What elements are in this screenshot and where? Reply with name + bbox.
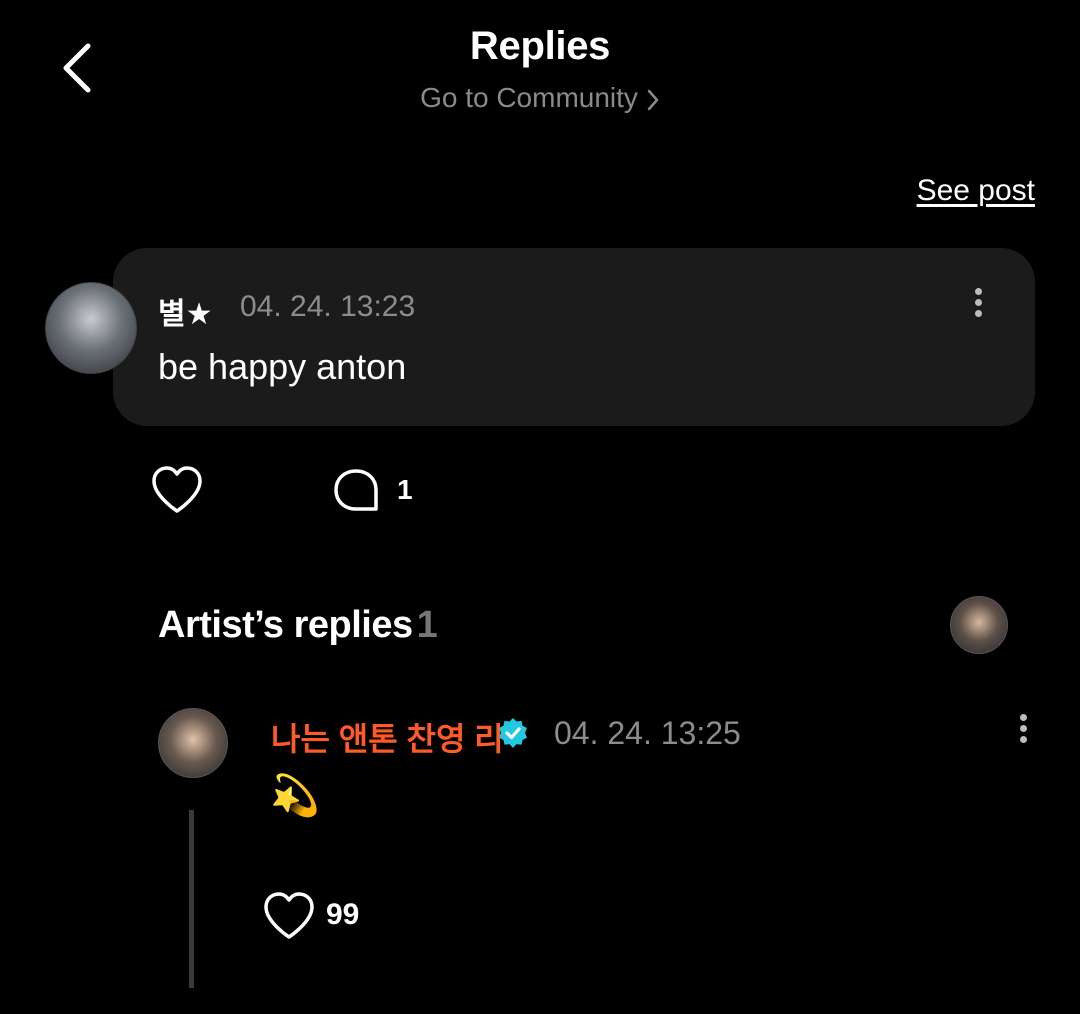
artist-reply-like-button[interactable]	[262, 891, 316, 941]
heart-icon	[152, 466, 202, 513]
artist-avatar[interactable]	[158, 708, 228, 778]
artist-reply-like-count: 99	[326, 898, 360, 931]
artist-replies-title: Artist’s replies	[158, 604, 413, 646]
go-to-community-link[interactable]: Go to Community	[0, 82, 1080, 114]
go-to-community-label: Go to Community	[420, 82, 638, 113]
artist-name[interactable]: 나는 앤톤 찬영 리	[271, 714, 504, 760]
comment-bubble-icon	[334, 469, 378, 511]
comment-timestamp: 04. 24. 13:23	[240, 290, 416, 323]
thread-line	[189, 810, 194, 988]
reply-button[interactable]	[332, 467, 382, 515]
verified-badge-icon	[497, 717, 529, 749]
comment-card	[113, 248, 1035, 426]
page-title: Replies	[469, 24, 611, 68]
chevron-right-icon	[647, 89, 659, 110]
see-post-link[interactable]: See post	[917, 174, 1035, 208]
commenter-avatar[interactable]	[45, 282, 137, 374]
artist-avatar-small[interactable]	[950, 596, 1008, 654]
artist-reply-text: 💫	[270, 774, 320, 818]
comment-author[interactable]: 별★	[158, 289, 213, 333]
artist-reply-more-icon[interactable]	[1008, 710, 1038, 754]
artist-replies-heading: Artist’s replies 1	[158, 604, 438, 647]
like-button[interactable]	[150, 465, 204, 515]
reply-count: 1	[397, 474, 413, 505]
comment-text: be happy anton	[158, 346, 407, 387]
artist-replies-count: 1	[416, 604, 438, 646]
artist-reply-timestamp: 04. 24. 13:25	[554, 715, 741, 751]
comment-more-icon[interactable]	[963, 284, 993, 328]
heart-icon	[264, 892, 314, 939]
